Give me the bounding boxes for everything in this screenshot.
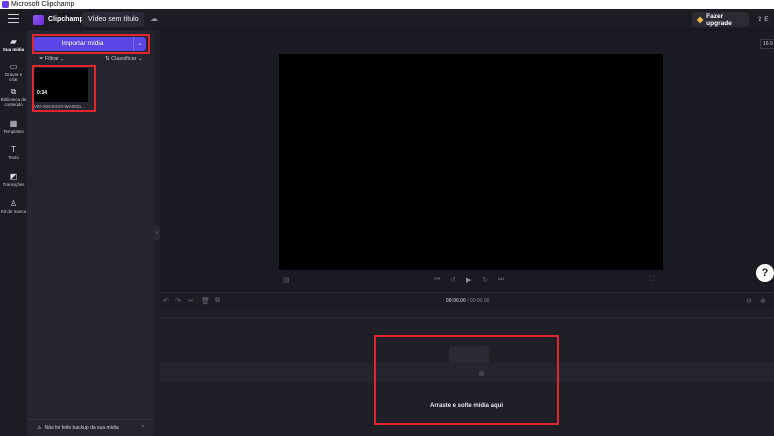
total-time: 00:00.00 (469, 298, 490, 304)
timecode: 00:00.00 / 00:00.00 (446, 298, 490, 304)
camera-icon: ▭ (9, 62, 18, 71)
highlight-media (32, 65, 96, 112)
split-view-icon[interactable]: ▤ (283, 276, 290, 284)
filter-label: Filtrar (44, 56, 59, 62)
nav-your-media[interactable]: ▰ Sua mídia (0, 37, 27, 52)
brand-kit-icon: ♙ (9, 199, 18, 208)
window-title: Microsoft Clipchamp (11, 1, 75, 8)
drop-zone-text: Arraste e solte mídia aqui (429, 403, 504, 409)
delete-icon[interactable]: 🗑 (201, 297, 210, 305)
timeline-toolbar: ↶ ↷ ✂ 🗑 ⧉ 00:00.00 / 00:00.00 ⊖ ⊕ (160, 292, 774, 310)
nav-transitions[interactable]: ◩ Transições (0, 172, 27, 187)
warning-icon: ⚠ (37, 425, 42, 431)
nav-label: Kit de marca (0, 209, 27, 214)
forward-5s-icon[interactable]: ↻ (482, 276, 488, 284)
highlight-import (32, 34, 150, 54)
templates-icon: ▦ (9, 119, 18, 128)
play-icon[interactable]: ▶ (466, 276, 471, 284)
nav-text[interactable]: T Texto (0, 145, 27, 160)
player-controls: ▤ ⏮ ↺ ▶ ↻ ⏭ ⛶ (279, 276, 663, 286)
clipchamp-app-icon (2, 1, 9, 8)
library-icon: ⧉ (10, 87, 17, 96)
rewind-5s-icon[interactable]: ↺ (450, 276, 456, 284)
window-titlebar: Microsoft Clipchamp (0, 0, 774, 9)
video-preview (279, 54, 663, 270)
nav-label: Transições (2, 182, 25, 187)
cloud-sync-off-icon[interactable]: ☁ (150, 15, 160, 23)
diamond-icon: ◆ (697, 15, 704, 24)
zoom-in-icon[interactable]: ⊕ (760, 297, 766, 305)
brand: Clipchamp (33, 13, 84, 26)
skip-back-icon[interactable]: ⏮ (434, 276, 440, 284)
backup-status-bar[interactable]: ⚠ Não foi feito backup da sua mídia ⌃ (27, 419, 154, 435)
help-button[interactable]: ? (756, 264, 774, 282)
fullscreen-icon[interactable]: ⛶ (649, 276, 654, 284)
nav-record-create[interactable]: ▭ Gravar e criar (0, 62, 27, 82)
transitions-icon: ◩ (9, 172, 18, 181)
split-scissors-icon[interactable]: ✂ (188, 297, 194, 305)
nav-label: Texto (8, 155, 19, 160)
hamburger-menu-icon[interactable] (8, 14, 19, 24)
skip-forward-icon[interactable]: ⏭ (498, 276, 504, 284)
video-title-input[interactable]: Vídeo sem título (82, 12, 144, 27)
nav-label: Sua mídia (2, 47, 25, 52)
nav-templates[interactable]: ▦ Templates (0, 119, 27, 134)
clipchamp-logo-icon (33, 14, 44, 25)
upgrade-button[interactable]: ◆ Fazer upgrade (692, 12, 749, 27)
aspect-ratio-button[interactable]: 16:9 (760, 39, 774, 49)
nav-content-library[interactable]: ⧉ Biblioteca de conteúdo (0, 87, 27, 107)
sort-label: Classificar (111, 56, 137, 62)
detach-audio-icon[interactable]: ⧉ (215, 297, 220, 305)
drop-zone[interactable]: Arraste e solte mídia aqui (374, 335, 559, 425)
brand-name: Clipchamp (48, 16, 84, 23)
nav-label: Biblioteca de conteúdo (0, 97, 27, 107)
preview-stage: 16:9 ▤ ⏮ ↺ ▶ ↻ ⏭ ⛶ (160, 30, 774, 292)
nav-label: Templates (3, 129, 24, 134)
upgrade-label: Fazer upgrade (706, 12, 732, 27)
folder-icon: ▰ (10, 37, 17, 46)
timeline-ruler (160, 310, 774, 318)
sort-button[interactable]: ⇅ Classificar ⌄ (105, 56, 143, 62)
nav-label: Gravar e criar (4, 72, 23, 82)
left-navigation: ▰ Sua mídia ▭ Gravar e criar ⧉ Bibliotec… (0, 30, 27, 435)
text-icon: T (11, 145, 16, 154)
nav-brand-kit[interactable]: ♙ Kit de marca (0, 199, 27, 214)
filter-sort-row: ⏷ Filtrar ⌄ ⇅ Classificar ⌄ (37, 56, 147, 64)
export-label: E (764, 16, 769, 23)
export-button[interactable]: ⇪ E (754, 12, 774, 27)
filter-button[interactable]: ⏷ Filtrar ⌄ (39, 56, 64, 63)
backup-text: Não foi feito backup da sua mídia (44, 425, 119, 431)
chevron-up-icon[interactable]: ⌃ (141, 420, 145, 436)
redo-icon[interactable]: ↷ (175, 297, 181, 305)
top-bar: Clipchamp Vídeo sem título ☁ ◆ Fazer upg… (0, 9, 774, 30)
zoom-out-icon[interactable]: ⊖ (746, 297, 752, 305)
undo-icon[interactable]: ↶ (163, 297, 169, 305)
current-time: 00:00.00 (446, 298, 466, 304)
